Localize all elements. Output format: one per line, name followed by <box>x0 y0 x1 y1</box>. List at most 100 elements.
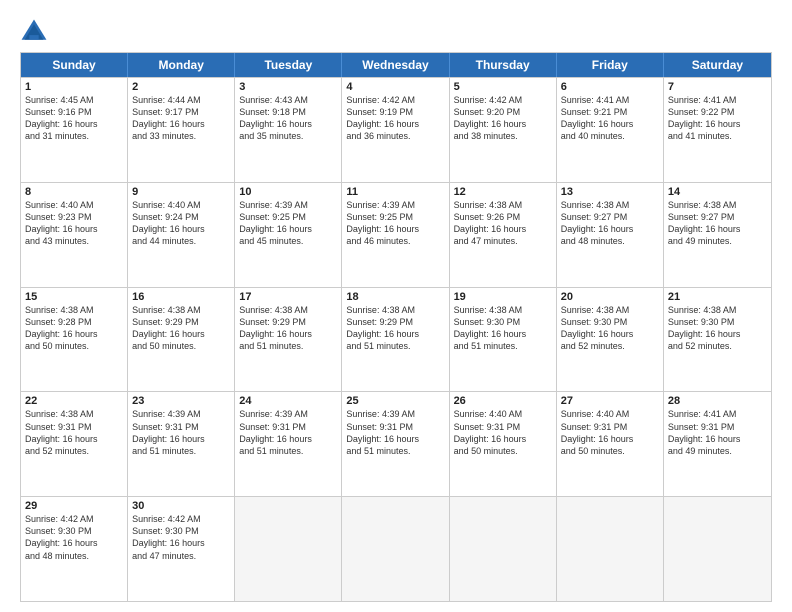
col-header-monday: Monday <box>128 53 235 77</box>
page: SundayMondayTuesdayWednesdayThursdayFrid… <box>0 0 792 612</box>
cell-text: Sunrise: 4:42 AMSunset: 9:19 PMDaylight:… <box>346 94 444 143</box>
cal-cell: 4Sunrise: 4:42 AMSunset: 9:19 PMDaylight… <box>342 78 449 182</box>
day-number: 23 <box>132 395 230 407</box>
cal-cell: 15Sunrise: 4:38 AMSunset: 9:28 PMDayligh… <box>21 288 128 392</box>
day-number: 14 <box>668 186 767 198</box>
cell-text: Sunrise: 4:38 AMSunset: 9:29 PMDaylight:… <box>346 304 444 353</box>
cal-cell: 9Sunrise: 4:40 AMSunset: 9:24 PMDaylight… <box>128 183 235 287</box>
cal-cell <box>342 497 449 601</box>
day-number: 21 <box>668 291 767 303</box>
col-header-sunday: Sunday <box>21 53 128 77</box>
day-number: 26 <box>454 395 552 407</box>
cal-cell: 13Sunrise: 4:38 AMSunset: 9:27 PMDayligh… <box>557 183 664 287</box>
cal-row-2: 15Sunrise: 4:38 AMSunset: 9:28 PMDayligh… <box>21 287 771 392</box>
logo <box>20 18 52 46</box>
col-header-thursday: Thursday <box>450 53 557 77</box>
cal-cell <box>557 497 664 601</box>
day-number: 12 <box>454 186 552 198</box>
cal-cell: 18Sunrise: 4:38 AMSunset: 9:29 PMDayligh… <box>342 288 449 392</box>
cal-cell: 7Sunrise: 4:41 AMSunset: 9:22 PMDaylight… <box>664 78 771 182</box>
cell-text: Sunrise: 4:39 AMSunset: 9:25 PMDaylight:… <box>346 199 444 248</box>
col-header-wednesday: Wednesday <box>342 53 449 77</box>
day-number: 10 <box>239 186 337 198</box>
cell-text: Sunrise: 4:38 AMSunset: 9:27 PMDaylight:… <box>668 199 767 248</box>
cell-text: Sunrise: 4:39 AMSunset: 9:25 PMDaylight:… <box>239 199 337 248</box>
day-number: 9 <box>132 186 230 198</box>
cell-text: Sunrise: 4:41 AMSunset: 9:31 PMDaylight:… <box>668 408 767 457</box>
day-number: 1 <box>25 81 123 93</box>
cal-cell: 23Sunrise: 4:39 AMSunset: 9:31 PMDayligh… <box>128 392 235 496</box>
cell-text: Sunrise: 4:38 AMSunset: 9:27 PMDaylight:… <box>561 199 659 248</box>
cal-cell: 2Sunrise: 4:44 AMSunset: 9:17 PMDaylight… <box>128 78 235 182</box>
day-number: 4 <box>346 81 444 93</box>
day-number: 17 <box>239 291 337 303</box>
cell-text: Sunrise: 4:38 AMSunset: 9:29 PMDaylight:… <box>239 304 337 353</box>
day-number: 7 <box>668 81 767 93</box>
cal-cell <box>450 497 557 601</box>
cell-text: Sunrise: 4:42 AMSunset: 9:30 PMDaylight:… <box>25 513 123 562</box>
day-number: 20 <box>561 291 659 303</box>
day-number: 3 <box>239 81 337 93</box>
cell-text: Sunrise: 4:38 AMSunset: 9:29 PMDaylight:… <box>132 304 230 353</box>
cell-text: Sunrise: 4:43 AMSunset: 9:18 PMDaylight:… <box>239 94 337 143</box>
cell-text: Sunrise: 4:38 AMSunset: 9:30 PMDaylight:… <box>454 304 552 353</box>
cell-text: Sunrise: 4:45 AMSunset: 9:16 PMDaylight:… <box>25 94 123 143</box>
cell-text: Sunrise: 4:38 AMSunset: 9:30 PMDaylight:… <box>561 304 659 353</box>
day-number: 29 <box>25 500 123 512</box>
calendar-header-row: SundayMondayTuesdayWednesdayThursdayFrid… <box>21 53 771 77</box>
col-header-tuesday: Tuesday <box>235 53 342 77</box>
day-number: 22 <box>25 395 123 407</box>
logo-icon <box>20 18 48 46</box>
cal-cell: 12Sunrise: 4:38 AMSunset: 9:26 PMDayligh… <box>450 183 557 287</box>
cal-cell: 22Sunrise: 4:38 AMSunset: 9:31 PMDayligh… <box>21 392 128 496</box>
cal-cell: 21Sunrise: 4:38 AMSunset: 9:30 PMDayligh… <box>664 288 771 392</box>
cell-text: Sunrise: 4:44 AMSunset: 9:17 PMDaylight:… <box>132 94 230 143</box>
day-number: 5 <box>454 81 552 93</box>
cal-cell: 1Sunrise: 4:45 AMSunset: 9:16 PMDaylight… <box>21 78 128 182</box>
cal-cell: 11Sunrise: 4:39 AMSunset: 9:25 PMDayligh… <box>342 183 449 287</box>
cell-text: Sunrise: 4:39 AMSunset: 9:31 PMDaylight:… <box>346 408 444 457</box>
col-header-friday: Friday <box>557 53 664 77</box>
cal-row-3: 22Sunrise: 4:38 AMSunset: 9:31 PMDayligh… <box>21 391 771 496</box>
cell-text: Sunrise: 4:38 AMSunset: 9:26 PMDaylight:… <box>454 199 552 248</box>
day-number: 19 <box>454 291 552 303</box>
cell-text: Sunrise: 4:40 AMSunset: 9:23 PMDaylight:… <box>25 199 123 248</box>
day-number: 24 <box>239 395 337 407</box>
cal-cell: 14Sunrise: 4:38 AMSunset: 9:27 PMDayligh… <box>664 183 771 287</box>
calendar-body: 1Sunrise: 4:45 AMSunset: 9:16 PMDaylight… <box>21 77 771 601</box>
cell-text: Sunrise: 4:38 AMSunset: 9:28 PMDaylight:… <box>25 304 123 353</box>
cal-cell: 20Sunrise: 4:38 AMSunset: 9:30 PMDayligh… <box>557 288 664 392</box>
cell-text: Sunrise: 4:40 AMSunset: 9:31 PMDaylight:… <box>454 408 552 457</box>
day-number: 2 <box>132 81 230 93</box>
cal-cell: 29Sunrise: 4:42 AMSunset: 9:30 PMDayligh… <box>21 497 128 601</box>
cal-cell: 26Sunrise: 4:40 AMSunset: 9:31 PMDayligh… <box>450 392 557 496</box>
day-number: 16 <box>132 291 230 303</box>
cell-text: Sunrise: 4:38 AMSunset: 9:31 PMDaylight:… <box>25 408 123 457</box>
cell-text: Sunrise: 4:42 AMSunset: 9:30 PMDaylight:… <box>132 513 230 562</box>
day-number: 13 <box>561 186 659 198</box>
day-number: 18 <box>346 291 444 303</box>
cal-row-4: 29Sunrise: 4:42 AMSunset: 9:30 PMDayligh… <box>21 496 771 601</box>
cal-cell: 10Sunrise: 4:39 AMSunset: 9:25 PMDayligh… <box>235 183 342 287</box>
cell-text: Sunrise: 4:39 AMSunset: 9:31 PMDaylight:… <box>132 408 230 457</box>
cal-cell: 16Sunrise: 4:38 AMSunset: 9:29 PMDayligh… <box>128 288 235 392</box>
day-number: 30 <box>132 500 230 512</box>
col-header-saturday: Saturday <box>664 53 771 77</box>
cal-cell: 6Sunrise: 4:41 AMSunset: 9:21 PMDaylight… <box>557 78 664 182</box>
day-number: 6 <box>561 81 659 93</box>
cell-text: Sunrise: 4:40 AMSunset: 9:31 PMDaylight:… <box>561 408 659 457</box>
day-number: 27 <box>561 395 659 407</box>
cal-cell: 3Sunrise: 4:43 AMSunset: 9:18 PMDaylight… <box>235 78 342 182</box>
day-number: 25 <box>346 395 444 407</box>
day-number: 28 <box>668 395 767 407</box>
cell-text: Sunrise: 4:39 AMSunset: 9:31 PMDaylight:… <box>239 408 337 457</box>
cal-cell: 24Sunrise: 4:39 AMSunset: 9:31 PMDayligh… <box>235 392 342 496</box>
cell-text: Sunrise: 4:38 AMSunset: 9:30 PMDaylight:… <box>668 304 767 353</box>
day-number: 8 <box>25 186 123 198</box>
cal-row-0: 1Sunrise: 4:45 AMSunset: 9:16 PMDaylight… <box>21 77 771 182</box>
day-number: 15 <box>25 291 123 303</box>
cal-row-1: 8Sunrise: 4:40 AMSunset: 9:23 PMDaylight… <box>21 182 771 287</box>
cell-text: Sunrise: 4:40 AMSunset: 9:24 PMDaylight:… <box>132 199 230 248</box>
cal-cell: 8Sunrise: 4:40 AMSunset: 9:23 PMDaylight… <box>21 183 128 287</box>
cell-text: Sunrise: 4:41 AMSunset: 9:21 PMDaylight:… <box>561 94 659 143</box>
